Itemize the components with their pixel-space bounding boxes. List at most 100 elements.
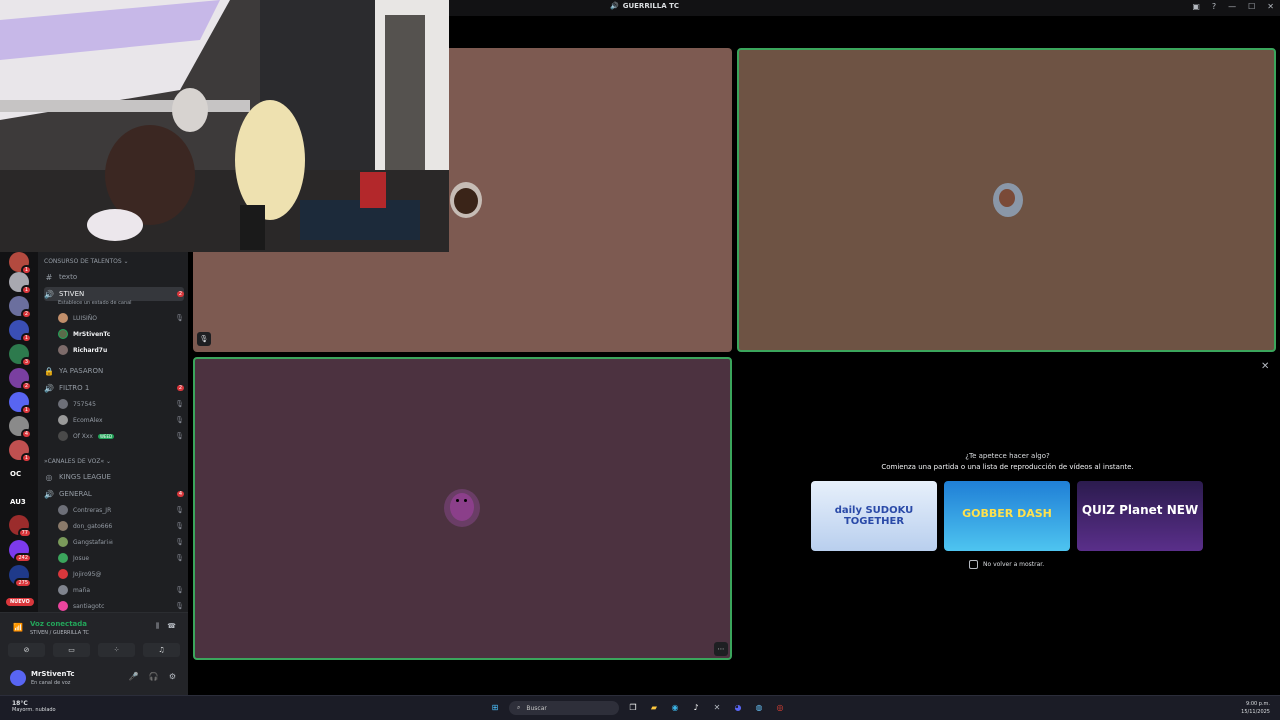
screen-share-button[interactable]: ▭	[53, 643, 90, 657]
more-options-icon[interactable]: ⋯	[714, 642, 728, 656]
avatar[interactable]	[10, 670, 26, 686]
channel-stiven[interactable]: 🔊 STIVEN 2	[44, 287, 184, 301]
channel-status[interactable]: Establece un estado de canal	[58, 300, 132, 306]
microphone-icon[interactable]: 🎤	[129, 672, 139, 681]
server-oc[interactable]: OC	[10, 470, 21, 478]
voice-location[interactable]: STIVEN / GUERRILLA TC	[30, 630, 89, 636]
server-icon[interactable]: 1	[9, 320, 32, 343]
discord-icon[interactable]: ◕	[731, 701, 745, 715]
activities-button[interactable]: ⁘	[98, 643, 135, 657]
minimize-button[interactable]: —	[1228, 2, 1236, 11]
chrome-icon[interactable]: ◎	[773, 701, 787, 715]
file-explorer-icon[interactable]: ▰	[647, 701, 661, 715]
server-icon[interactable]: 242	[9, 540, 32, 563]
hash-icon: #	[45, 272, 53, 282]
server-icon[interactable]: 1	[9, 272, 32, 295]
disconnect-icon[interactable]: ☎	[167, 622, 176, 631]
search-box[interactable]: ⌕ Buscar	[509, 701, 619, 715]
muted-icon: 🎙	[175, 602, 184, 610]
close-window-button[interactable]: ✕	[1267, 2, 1274, 11]
voice-user[interactable]: Jojiro95@	[58, 567, 184, 581]
speaker-icon: 🔊	[44, 383, 54, 393]
server-badge: 1	[20, 285, 32, 295]
game-card-quiz-planet[interactable]: QUIZ Planet NEW	[1077, 481, 1203, 551]
voice-user[interactable]: santiagotc 🎙	[58, 599, 184, 612]
maximize-button[interactable]: ☐	[1248, 2, 1255, 11]
server-badge: 3	[20, 357, 32, 367]
voice-status[interactable]: Voz conectada	[30, 620, 87, 628]
muted-icon: 🎙	[175, 538, 184, 546]
close-activity-button[interactable]: ✕	[1261, 361, 1269, 372]
globe-icon: ◎	[45, 472, 53, 482]
weather-widget[interactable]: 18°C Mayorm. nublado	[12, 700, 56, 713]
voice-user[interactable]: Josue 🎙	[58, 551, 184, 565]
server-icon[interactable]: 2	[9, 368, 32, 391]
checkbox[interactable]	[969, 560, 978, 569]
steam-icon[interactable]: ◍	[752, 701, 766, 715]
new-badge: NUEVO	[6, 598, 34, 606]
avatar	[58, 313, 68, 323]
app-icon[interactable]: ♪	[689, 701, 703, 715]
voice-connection-panel: 📶 Voz conectada STIVEN / GUERRILLA TC ⫼ …	[0, 612, 188, 660]
stream-scene-image	[0, 0, 449, 252]
muted-icon: 🎙	[175, 314, 184, 322]
muted-icon: 🎙	[175, 586, 184, 594]
settings-icon[interactable]: ⚙	[169, 672, 176, 681]
noise-suppression-icon[interactable]: ⫼	[156, 622, 159, 631]
mute-icon[interactable]: 🎙	[197, 332, 211, 346]
voice-user[interactable]: maña 🎙	[58, 583, 184, 597]
game-card-sudoku[interactable]: daily SUDOKU TOGETHER	[811, 481, 937, 551]
game-card-gobber-dash[interactable]: GOBBER DASH	[944, 481, 1070, 551]
server-icon[interactable]: 1	[9, 252, 32, 275]
server-icon[interactable]: 3	[9, 344, 32, 367]
help-icon[interactable]: ?	[1212, 2, 1216, 11]
activity-subtitle: Comienza una partida o una lista de repr…	[881, 463, 1134, 471]
channel-kings-league[interactable]: ◎ KINGS LEAGUE	[44, 470, 184, 484]
server-icon[interactable]: 4	[9, 416, 32, 439]
voice-user[interactable]: Gangstafari☠ 🎙	[58, 535, 184, 549]
task-view-icon[interactable]: ❐	[626, 701, 640, 715]
voice-user[interactable]: Of Xxx WEED 🎙	[58, 429, 184, 443]
voice-user[interactable]: Contreras_JR 🎙	[58, 503, 184, 517]
windows-taskbar: 18°C Mayorm. nublado ⊞ ⌕ Buscar ❐ ▰ ◉ ♪ …	[0, 695, 1280, 720]
speaker-icon: 🔊	[44, 289, 54, 299]
system-clock[interactable]: 9:00 p.m. 15/11/2025	[1241, 700, 1270, 716]
category-voice[interactable]: »CANALES DE VOZ« ⌄	[44, 458, 111, 465]
server-icon[interactable]: 1	[9, 392, 32, 415]
dont-show-again[interactable]: No volver a mostrar.	[969, 560, 1044, 569]
server-icon[interactable]: 1	[9, 440, 32, 463]
camera-button[interactable]: ⊘	[8, 643, 45, 657]
avatar	[58, 399, 68, 409]
start-icon[interactable]: ⊞	[488, 701, 502, 715]
server-icon[interactable]: 2	[9, 296, 32, 319]
muted-icon: 🎙	[175, 400, 184, 408]
signal-icon: 📶	[13, 623, 23, 632]
voice-user[interactable]: 757545 🎙	[58, 397, 184, 411]
channel-texto[interactable]: # texto	[44, 270, 184, 284]
channel-filtro-1[interactable]: 🔊 FILTRO 1 2	[44, 381, 184, 395]
server-badge: 1	[20, 453, 32, 463]
edge-icon[interactable]: ◉	[668, 701, 682, 715]
channel-general[interactable]: 🔊 GENERAL 4	[44, 487, 184, 501]
category-talents[interactable]: CONSURSO DE TALENTOS ⌄	[44, 258, 129, 265]
headphones-icon[interactable]: 🎧	[149, 672, 159, 681]
soundboard-button[interactable]: ♫	[143, 643, 180, 657]
channel-badge: 2	[176, 291, 184, 297]
server-icon[interactable]: 77	[9, 515, 32, 538]
user-name[interactable]: MrStivenTc	[31, 670, 75, 678]
app-icon[interactable]: ✕	[710, 701, 724, 715]
channel-ya-pasaron[interactable]: 🔒 YA PASARON	[44, 364, 184, 378]
voice-user[interactable]: Richard7u	[58, 343, 184, 357]
server-badge: 2	[20, 309, 32, 319]
muted-icon: 🎙	[175, 432, 184, 440]
voice-user[interactable]: MrStivenTc	[58, 327, 184, 341]
voice-user[interactable]: don_gato666 🎙	[58, 519, 184, 533]
avatar	[58, 431, 68, 441]
activity-question: ¿Te apetece hacer algo?	[965, 452, 1050, 460]
server-icon[interactable]: 275	[9, 565, 32, 588]
voice-user[interactable]: EcomAlex 🎙	[58, 413, 184, 427]
inbox-icon[interactable]: ▣	[1192, 2, 1200, 11]
server-au3[interactable]: AU3	[10, 498, 26, 506]
voice-user[interactable]: LUISIÑO 🎙	[58, 311, 184, 325]
server-badge: 77	[17, 528, 32, 538]
